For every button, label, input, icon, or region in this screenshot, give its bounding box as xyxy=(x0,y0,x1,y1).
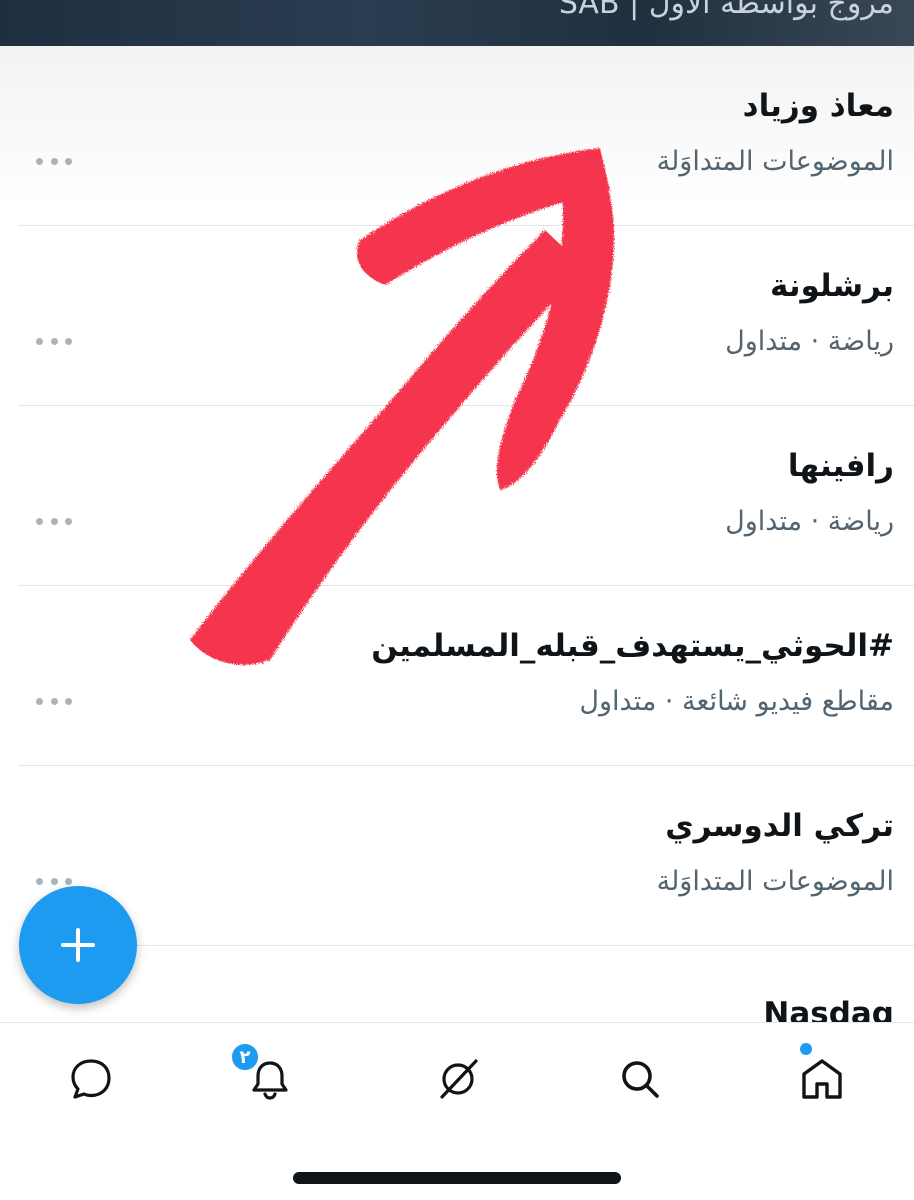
home-new-dot xyxy=(800,1043,812,1055)
nav-grok[interactable] xyxy=(428,1049,488,1109)
search-icon xyxy=(622,1061,659,1098)
trend-title: برشلونة xyxy=(770,268,894,304)
plus-icon xyxy=(61,928,95,962)
trend-item[interactable]: برشلونة رياضة · متداول xyxy=(18,226,914,406)
trend-meta: رياضة · متداول xyxy=(725,326,894,357)
more-options-icon[interactable] xyxy=(36,516,72,526)
trend-meta: الموضوعات المتداوَلة xyxy=(656,866,894,897)
promoted-banner[interactable]: مروج بواسطة الأول | SAB xyxy=(0,0,914,46)
more-options-icon[interactable] xyxy=(36,876,72,886)
trend-title: #الحوثي_يستهدف_قبله_المسلمين xyxy=(371,628,894,664)
explore-trending-screen: مروج بواسطة الأول | SAB معاذ وزياد الموض… xyxy=(0,0,914,1200)
trend-meta: رياضة · متداول xyxy=(725,506,894,537)
home-indicator xyxy=(293,1172,621,1184)
nav-messages[interactable] xyxy=(61,1049,121,1109)
more-options-icon[interactable] xyxy=(36,156,72,166)
grok-icon xyxy=(440,1059,478,1099)
notification-badge: ٢ xyxy=(229,1041,261,1073)
home-icon xyxy=(802,1059,842,1099)
trend-title: معاذ وزياد xyxy=(742,88,894,124)
trend-item[interactable]: تركي الدوسري الموضوعات المتداوَلة xyxy=(18,766,914,946)
trend-meta: الموضوعات المتداوَلة xyxy=(656,146,894,177)
trend-title: رافينها xyxy=(787,448,894,484)
nav-search[interactable] xyxy=(610,1049,670,1109)
messages-icon xyxy=(71,1059,111,1099)
trend-title: تركي الدوسري xyxy=(665,808,894,844)
trend-item[interactable]: معاذ وزياد الموضوعات المتداوَلة xyxy=(18,46,914,226)
compose-button[interactable] xyxy=(19,886,137,1004)
trend-item[interactable]: رافينها رياضة · متداول xyxy=(18,406,914,586)
trend-item[interactable]: #الحوثي_يستهدف_قبله_المسلمين مقاطع فيديو… xyxy=(18,586,914,766)
more-options-icon[interactable] xyxy=(36,696,72,706)
nav-home[interactable] xyxy=(792,1049,852,1109)
promoted-label: مروج بواسطة الأول | SAB xyxy=(558,0,894,21)
more-options-icon[interactable] xyxy=(36,336,72,346)
trend-meta: مقاطع فيديو شائعة · متداول xyxy=(579,686,894,717)
